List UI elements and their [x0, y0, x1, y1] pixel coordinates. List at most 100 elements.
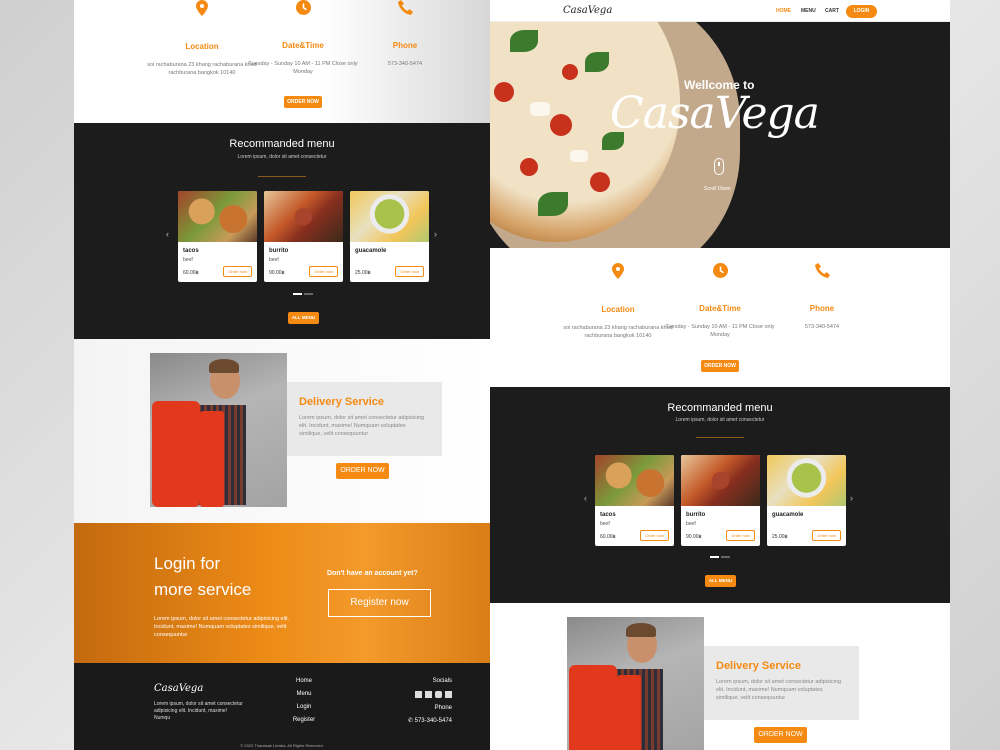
footer-link-register[interactable]: Register [284, 717, 324, 723]
menu-title: Recommanded menu [667, 402, 773, 414]
hero-section: Wellcome to CasaVega Scroll Down [490, 22, 950, 248]
nav-cart[interactable]: CART [825, 8, 839, 14]
order-now-button[interactable]: ORDER NOW [336, 463, 389, 479]
menu-subtitle: Lorem ipsum, dolor sit amet consectetur [237, 154, 327, 160]
menu-item-name: guacamole [355, 248, 387, 254]
menu-item-name: burrito [269, 248, 289, 254]
menu-subtitle: Lorem ipsum, dolor sit amet consectetur [675, 417, 765, 423]
footer-phone: ✆ 573-340-5474 [407, 718, 452, 724]
phone-title: Phone [809, 304, 835, 313]
menu-item-price: 60.00฿ [600, 534, 616, 540]
carousel-next-icon[interactable]: › [434, 229, 437, 239]
order-now-button[interactable]: Order now [726, 530, 755, 541]
menu-card[interactable]: burrito beef 90.00฿ Order now [681, 455, 760, 546]
phone-label: Phone [434, 705, 452, 711]
carousel-prev-icon[interactable]: ‹ [584, 493, 587, 503]
order-now-button[interactable]: ORDER NOW [284, 96, 322, 108]
menu-item-desc: beef [686, 521, 696, 527]
delivery-title: Delivery Service [716, 660, 802, 672]
menu-item-price: 90.00฿ [686, 534, 702, 540]
footer-logo: CasaVega [154, 683, 204, 694]
menu-item-name: burrito [686, 512, 706, 518]
info-section: Location soi rachaburana 23 khang rachab… [74, 0, 490, 123]
login-heading: Login for more service [154, 554, 252, 599]
footer-link-login[interactable]: Login [284, 704, 324, 710]
footer-link-menu[interactable]: Menu [284, 691, 324, 697]
menu-divider [258, 176, 306, 177]
all-menu-button[interactable]: ALL MENU [705, 575, 736, 587]
phone-title: Phone [392, 41, 418, 50]
order-now-button[interactable]: Order now [309, 266, 338, 277]
menu-card[interactable]: tacos beef 60.00฿ Order now [595, 455, 674, 546]
menu-card[interactable]: tacos beef 60.00฿ Order now [178, 191, 257, 282]
burrito-image [681, 455, 760, 506]
phone-icon: ✆ [407, 718, 415, 724]
nav-login-button[interactable]: LOGIN [846, 5, 877, 18]
location-pin-icon [196, 0, 208, 16]
menu-item-desc: beef [269, 257, 279, 263]
copyright: © 2022 Thanasak Limsiia. All Rights Rese… [240, 743, 324, 748]
guacamole-image [767, 455, 846, 506]
carousel-prev-icon[interactable]: ‹ [166, 229, 169, 239]
menu-item-name: tacos [600, 512, 616, 518]
menu-card[interactable]: guacamole 25.00฿ Order now [767, 455, 846, 546]
carousel-next-icon[interactable]: › [850, 493, 853, 503]
tacos-image [178, 191, 257, 242]
left-page-preview: Location soi rachaburana 23 khang rachab… [74, 0, 490, 750]
mouse-scroll-icon[interactable] [714, 158, 724, 175]
order-now-button[interactable]: Order now [812, 530, 841, 541]
nav-home[interactable]: HOME [776, 8, 791, 14]
carousel-dots[interactable] [710, 556, 730, 558]
facebook-icon[interactable] [415, 691, 422, 698]
menu-item-name: guacamole [772, 512, 804, 518]
footer-links: Home Menu Login Register [284, 678, 324, 730]
menu-item-price: 90.00฿ [269, 270, 285, 276]
menu-title: Recommanded menu [229, 138, 335, 150]
order-now-button[interactable]: Order now [395, 266, 424, 277]
phone-text: 573-340-5474 [804, 324, 840, 330]
nav-menu[interactable]: MENU [801, 8, 816, 14]
nav-logo[interactable]: CasaVega [563, 5, 612, 16]
info-section: Location soi rachaburana 23 khang rachab… [490, 248, 950, 387]
scroll-down-label: Scroll Down [704, 186, 731, 192]
delivery-section: Delivery Service Lorem ipsum, dolor sit … [490, 603, 950, 750]
phone-icon [397, 0, 413, 15]
register-button[interactable]: Register now [328, 589, 431, 617]
guacamole-image [350, 191, 429, 242]
delivery-text: Lorem ipsum, dolor sit amet consectetur … [716, 679, 842, 701]
hero-title: CasaVega [610, 88, 820, 139]
footer: CasaVega Lorem ipsum, dolor sit amet con… [74, 663, 490, 750]
footer-link-home[interactable]: Home [284, 678, 324, 684]
line-icon[interactable] [425, 691, 432, 698]
phone-text: 573-340-5474 [387, 61, 423, 67]
mockup-stage: Location soi rachaburana 23 khang rachab… [0, 0, 1000, 750]
clock-icon [295, 0, 311, 15]
burrito-image [264, 191, 343, 242]
delivery-text-box: Delivery Service Lorem ipsum, dolor sit … [704, 646, 859, 720]
account-question: Don't have an account yet? [327, 570, 418, 577]
menu-divider [696, 437, 744, 438]
instagram-icon[interactable] [435, 691, 442, 698]
recommended-menu-section: Recommanded menu Lorem ipsum, dolor sit … [74, 123, 490, 339]
menu-item-desc: beef [600, 521, 610, 527]
clock-icon [712, 263, 728, 278]
order-now-button[interactable]: Order now [223, 266, 252, 277]
menu-item-price: 25.00฿ [772, 534, 788, 540]
location-pin-icon [612, 263, 624, 279]
menu-card[interactable]: burrito beef 90.00฿ Order now [264, 191, 343, 282]
order-now-button[interactable]: Order now [640, 530, 669, 541]
order-now-button[interactable]: ORDER NOW [754, 727, 807, 743]
footer-text: Lorem ipsum, dolor sit amet consectetur … [154, 701, 243, 721]
twitter-icon[interactable] [445, 691, 452, 698]
socials-title: Socials [432, 678, 452, 684]
carousel-dots[interactable] [293, 293, 313, 295]
menu-item-price: 60.00฿ [183, 270, 199, 276]
delivery-text-box: Delivery Service Lorem ipsum, dolor sit … [287, 382, 442, 456]
right-page-preview: CasaVega HOME MENU CART LOGIN Wellcome t… [490, 0, 950, 750]
order-now-button[interactable]: ORDER NOW [701, 360, 739, 372]
navbar: CasaVega HOME MENU CART LOGIN [490, 0, 950, 22]
delivery-section: Delivery Service Lorem ipsum, dolor sit … [74, 339, 490, 523]
all-menu-button[interactable]: ALL MENU [288, 312, 319, 324]
menu-card[interactable]: guacamole 25.00฿ Order now [350, 191, 429, 282]
recommended-menu-section: Recommanded menu Lorem ipsum, dolor sit … [490, 387, 950, 603]
